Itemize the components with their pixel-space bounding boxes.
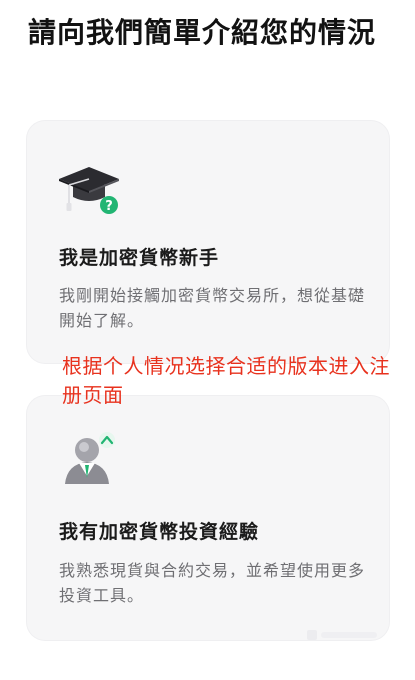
page-title: 請向我們簡單介紹您的情況 [28, 16, 377, 49]
option-description: 我熟悉現貨與合約交易，並希望使用更多投資工具。 [59, 561, 366, 605]
annotation-text: 根据个人情况选择合适的版本进入注册页面 [62, 354, 390, 407]
option-heading: 我是加密貨幣新手 [59, 247, 220, 269]
option-description: 我剛開始接觸加密貨幣交易所，想從基礎開始了解。 [59, 286, 366, 330]
graduation-cap-question-icon: ? [57, 161, 121, 217]
svg-text:?: ? [105, 199, 113, 214]
option-heading: 我有加密貨幣投資經驗 [59, 521, 260, 543]
option-card-experienced[interactable]: 我有加密貨幣投資經驗 我熟悉現貨與合約交易，並希望使用更多投資工具。 [27, 396, 389, 640]
watermark-logo [307, 628, 381, 642]
onboarding-page: 請向我們簡單介紹您的情況 ? 我是加密貨幣新手 我剛開始接觸加密貨幣交易所，想從… [0, 0, 415, 680]
option-card-beginner[interactable]: ? 我是加密貨幣新手 我剛開始接觸加密貨幣交易所，想從基礎開始了解。 [27, 121, 389, 363]
experienced-user-upgrade-icon [57, 430, 121, 486]
